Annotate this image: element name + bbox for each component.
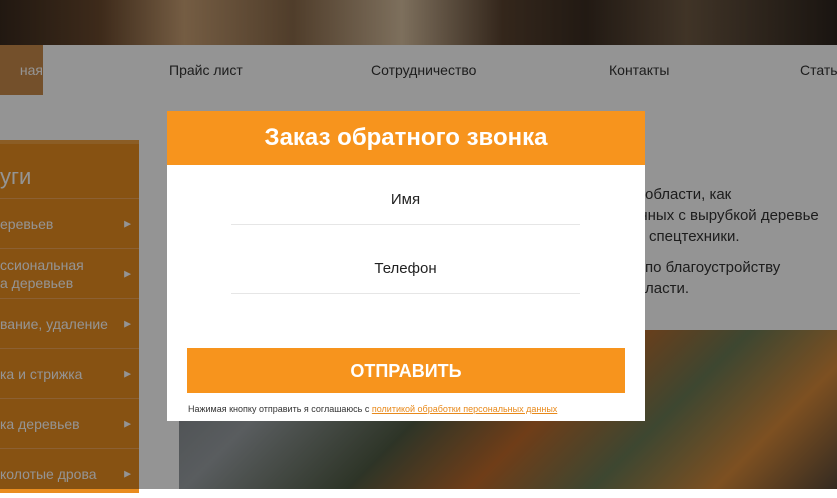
submit-button[interactable]: ОТПРАВИТЬ (187, 348, 625, 393)
callback-modal: Заказ обратного звонка Имя Телефон ОТПРА… (167, 111, 645, 421)
consent-text: Нажимая кнопку отправить я соглашаюсь с (188, 404, 372, 414)
privacy-policy-link[interactable]: политикой обработки персональных данных (372, 404, 557, 414)
consent-note: Нажимая кнопку отправить я соглашаюсь с … (188, 404, 557, 414)
name-field[interactable]: Имя (231, 180, 580, 225)
phone-field[interactable]: Телефон (231, 249, 580, 294)
modal-title: Заказ обратного звонка (167, 111, 645, 165)
